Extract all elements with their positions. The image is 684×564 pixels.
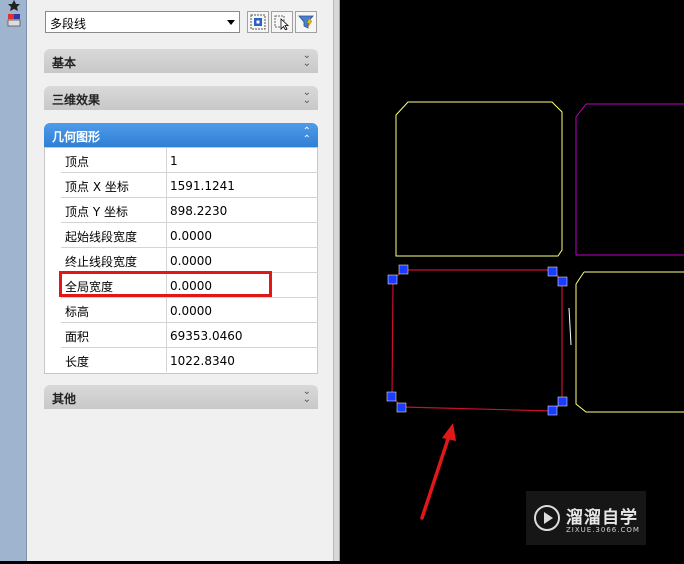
column-divider [166, 323, 167, 347]
palette-side-strip [0, 0, 27, 561]
polyline-magenta-top-right[interactable] [575, 103, 684, 256]
property-row[interactable]: 顶点 Y 坐标 898.2230 [61, 198, 318, 223]
select-objects-button[interactable] [247, 11, 269, 33]
property-value-field[interactable]: 1 [170, 154, 178, 168]
property-row[interactable]: 长度 1022.8340 [61, 348, 318, 373]
property-label: 标高 [65, 305, 90, 319]
play-logo-icon [534, 505, 560, 531]
section-3d-effects-label: 三维效果 [52, 93, 101, 107]
section-other-label: 其他 [52, 392, 77, 406]
chevron-down-icon [227, 20, 235, 25]
drawing-canvas[interactable]: 溜溜自学 ZIXUE.3066.COM [340, 0, 684, 561]
section-basic[interactable]: 基本 ⌄ ⌄ [44, 49, 318, 73]
property-value-field[interactable]: 69353.0460 [170, 329, 243, 343]
watermark-url: ZIXUE.3066.COM [566, 526, 640, 534]
grip-handle [396, 402, 407, 413]
grip-handle [387, 274, 398, 285]
pickadd-toggle-icon [298, 15, 314, 29]
property-row[interactable]: 顶点 1 [61, 148, 318, 173]
property-row[interactable]: 终止线段宽度 0.0000 [61, 248, 318, 273]
geometry-property-grid: 顶点 1 顶点 X 坐标 1591.1241 顶点 Y 坐标 898.2230 … [44, 147, 318, 374]
section-other[interactable]: 其他 ⌄ ⌄ [44, 385, 318, 409]
polyline-selected[interactable] [391, 269, 563, 412]
property-value-field[interactable]: 0.0000 [170, 304, 212, 318]
grip-handle [547, 266, 558, 277]
property-label: 长度 [65, 355, 90, 369]
double-chevron-down-icon: ⌄ ⌄ [302, 87, 311, 106]
quick-select-icon [274, 15, 290, 30]
property-value-field[interactable]: 0.0000 [170, 229, 212, 243]
stray-line [568, 307, 572, 346]
properties-palette-icon[interactable] [6, 0, 22, 30]
section-basic-label: 基本 [52, 56, 77, 70]
property-row[interactable]: 面积 69353.0460 [61, 323, 318, 348]
property-value-field[interactable]: 1022.8340 [170, 354, 235, 368]
section-geometry-label: 几何图形 [52, 130, 101, 144]
section-3d-effects[interactable]: 三维效果 ⌄ ⌄ [44, 86, 318, 110]
property-label: 顶点 X 坐标 [65, 180, 129, 194]
double-chevron-down-icon: ⌄ ⌄ [302, 50, 311, 69]
property-value-field[interactable]: 898.2230 [170, 204, 227, 218]
property-label: 终止线段宽度 [65, 255, 138, 269]
grip-handle [547, 405, 558, 416]
property-label: 顶点 [65, 155, 90, 169]
grip-handle [557, 396, 568, 407]
column-divider [166, 248, 167, 272]
double-chevron-down-icon: ⌄ ⌄ [302, 386, 311, 405]
property-value-field[interactable]: 0.0000 [170, 254, 212, 268]
column-divider [166, 198, 167, 222]
grip-handle [557, 276, 568, 287]
property-label: 顶点 Y 坐标 [65, 205, 128, 219]
object-type-value: 多段线 [50, 17, 87, 31]
palette-splitter[interactable] [333, 0, 340, 561]
column-divider [166, 173, 167, 197]
annotation-arrow [420, 423, 456, 520]
watermark-brand: 溜溜自学 [566, 508, 638, 528]
watermark: 溜溜自学 ZIXUE.3066.COM [526, 491, 646, 545]
property-row[interactable]: 标高 0.0000 [61, 298, 318, 323]
section-geometry[interactable]: 几何图形 ⌃ ⌃ [44, 123, 318, 147]
column-divider [166, 348, 167, 372]
double-chevron-up-icon: ⌃ ⌃ [302, 126, 311, 145]
polyline-yellow-top-left[interactable] [395, 101, 563, 257]
property-row[interactable]: 顶点 X 坐标 1591.1241 [61, 173, 318, 198]
column-divider [166, 298, 167, 322]
select-objects-icon [250, 14, 266, 30]
property-row[interactable]: 起始线段宽度 0.0000 [61, 223, 318, 248]
pickadd-toggle-button[interactable] [295, 11, 317, 33]
object-type-dropdown[interactable]: 多段线 [45, 11, 240, 33]
quick-select-button[interactable] [271, 11, 293, 33]
drawing-svg [386, 101, 684, 520]
column-divider [166, 148, 167, 172]
polyline-yellow-bottom-right[interactable] [575, 271, 684, 413]
highlight-box [59, 271, 272, 297]
property-label: 面积 [65, 330, 90, 344]
grip-handle [398, 264, 409, 275]
grip-handles[interactable] [386, 264, 568, 416]
property-label: 起始线段宽度 [65, 230, 138, 244]
grip-handle [386, 391, 397, 402]
column-divider [166, 223, 167, 247]
property-value-field[interactable]: 1591.1241 [170, 179, 235, 193]
